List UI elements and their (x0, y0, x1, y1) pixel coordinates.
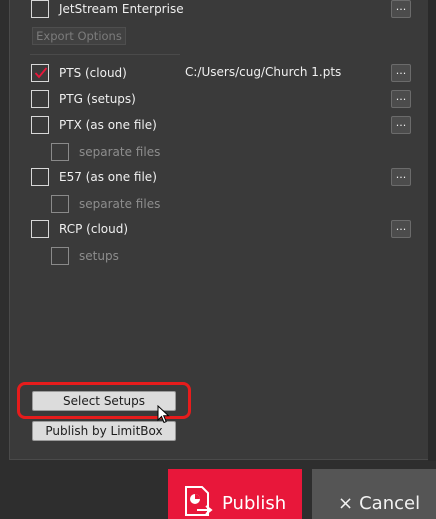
ptx-separate-files-checkbox (51, 143, 69, 161)
option-rcp-cloud[interactable]: RCP (cloud) (31, 219, 128, 239)
option-ptx-separate-files: separate files (51, 142, 160, 162)
ptg-setups-label: PTG (setups) (59, 92, 136, 106)
export-options-button: Export Options (32, 27, 126, 45)
checkmark-icon (34, 67, 48, 79)
e57-label: E57 (as one file) (59, 170, 157, 184)
publish-label: Publish (222, 492, 287, 514)
e57-separate-files-checkbox (51, 195, 69, 213)
pts-browse-button[interactable]: ... (391, 64, 411, 82)
option-ptx-one-file[interactable]: PTX (as one file) (31, 115, 157, 135)
option-pts-cloud[interactable]: PTS (cloud) (31, 63, 127, 83)
option-jetstream-enterprise[interactable]: JetStream Enterprise (31, 0, 184, 19)
rcp-setups-label: setups (79, 249, 119, 263)
ptx-checkbox[interactable] (31, 116, 49, 134)
mouse-cursor-icon (157, 405, 170, 424)
rcp-checkbox[interactable] (31, 220, 49, 238)
section-divider (30, 54, 180, 55)
ptg-setups-checkbox[interactable] (31, 90, 49, 108)
option-ptg-setups[interactable]: PTG (setups) (31, 89, 136, 109)
close-icon: × (338, 492, 354, 514)
jetstream-enterprise-label: JetStream Enterprise (59, 2, 184, 16)
option-e57-separate-files: separate files (51, 194, 160, 214)
option-e57-one-file[interactable]: E57 (as one file) (31, 167, 157, 187)
pts-output-path: C:/Users/cug/Church 1.pts (185, 65, 342, 79)
jetstream-browse-button[interactable]: ... (391, 0, 411, 18)
e57-checkbox[interactable] (31, 168, 49, 186)
cancel-button[interactable]: × Cancel (312, 469, 436, 519)
e57-browse-button[interactable]: ... (391, 168, 411, 186)
ptx-label: PTX (as one file) (59, 118, 157, 132)
publish-button[interactable]: Publish (168, 469, 302, 519)
publish-by-limitbox-button[interactable]: Publish by LimitBox (32, 421, 176, 441)
publish-document-icon (185, 486, 213, 516)
pts-cloud-label: PTS (cloud) (59, 66, 127, 80)
jetstream-enterprise-checkbox[interactable] (31, 0, 49, 18)
cancel-label: Cancel (359, 492, 421, 514)
rcp-label: RCP (cloud) (59, 222, 129, 236)
rcp-browse-button[interactable]: ... (391, 220, 411, 238)
pts-cloud-checkbox[interactable] (31, 64, 49, 82)
rcp-setups-checkbox (51, 247, 69, 265)
ptx-browse-button[interactable]: ... (391, 116, 411, 134)
select-setups-button[interactable]: Select Setups (32, 391, 176, 411)
panel-edge (428, 0, 436, 462)
e57-separate-files-label: separate files (79, 197, 161, 211)
ptx-separate-files-label: separate files (79, 145, 161, 159)
ptg-browse-button[interactable]: ... (391, 90, 411, 108)
option-rcp-setups: setups (51, 246, 119, 266)
